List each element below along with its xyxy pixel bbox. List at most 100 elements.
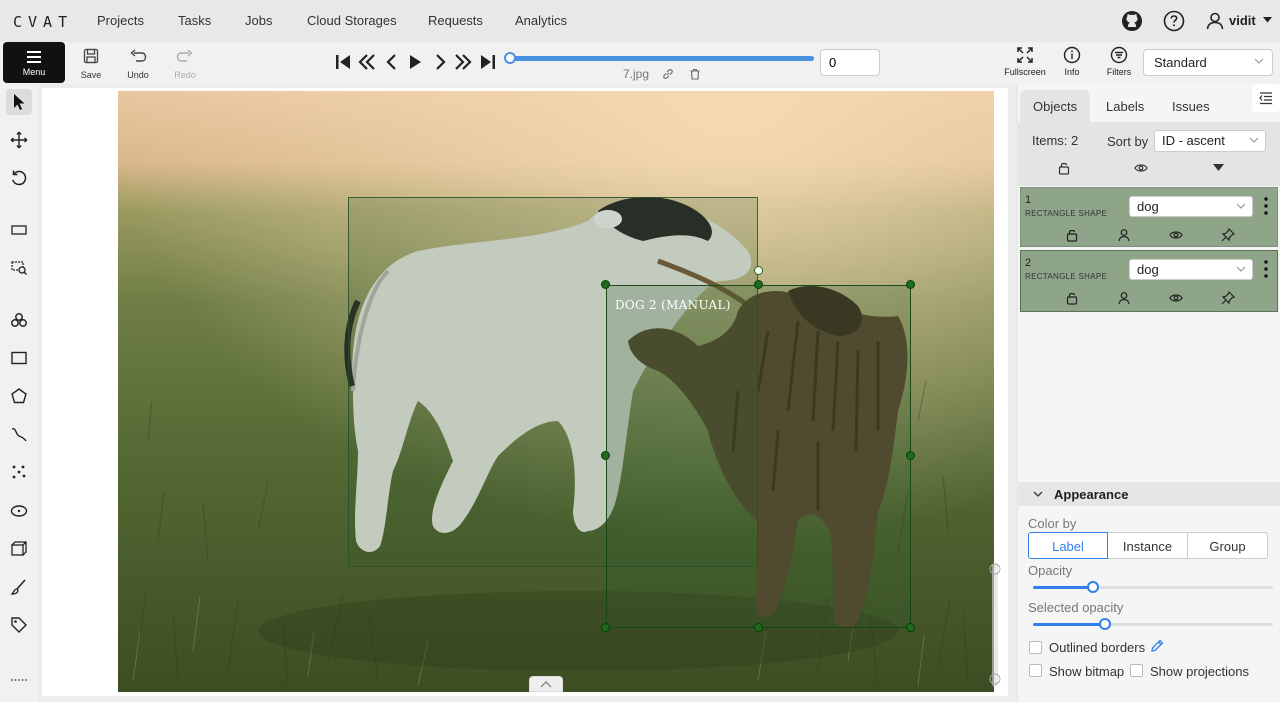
rotate-tool[interactable] <box>6 165 32 191</box>
nav-link-analytics[interactable]: Analytics <box>515 13 567 28</box>
box-rotation-handle[interactable] <box>754 266 763 275</box>
frame-number-input[interactable] <box>820 49 880 76</box>
opacity-slider[interactable] <box>1033 581 1273 593</box>
box-handle[interactable] <box>754 623 763 632</box>
draw-ellipse-tool[interactable] <box>6 498 32 524</box>
object-id: 1 <box>1025 194 1032 206</box>
filters-button[interactable]: Filters <box>1094 46 1144 80</box>
object-menu-icon[interactable] <box>1259 195 1273 217</box>
dog-2-bounding-box[interactable] <box>606 285 911 628</box>
eye-all-icon[interactable] <box>1134 161 1148 175</box>
workspace-select[interactable]: Standard <box>1143 49 1273 76</box>
box-handle[interactable] <box>906 280 915 289</box>
user-name[interactable]: vidit <box>1229 13 1256 28</box>
help-icon[interactable] <box>1163 10 1185 32</box>
undo-button[interactable]: Undo <box>118 46 158 82</box>
nav-link-jobs[interactable]: Jobs <box>245 13 272 28</box>
fast-forward-icon[interactable] <box>453 52 473 72</box>
lock-all-icon[interactable] <box>1057 161 1071 175</box>
object-label-select[interactable]: dog <box>1129 196 1253 217</box>
selected-opacity-slider[interactable] <box>1033 618 1273 630</box>
lock-icon[interactable] <box>1065 291 1079 305</box>
frame-slider-handle[interactable] <box>504 52 516 64</box>
outlined-borders-checkbox[interactable] <box>1029 641 1042 654</box>
tab-labels[interactable]: Labels <box>1093 90 1157 122</box>
box-handle[interactable] <box>906 623 915 632</box>
tab-objects[interactable]: Objects <box>1020 90 1091 122</box>
collapse-all-icon[interactable] <box>1213 164 1224 172</box>
show-projections-checkbox[interactable] <box>1130 664 1143 677</box>
nav-link-cloud-storages[interactable]: Cloud Storages <box>307 13 397 28</box>
user-icon[interactable] <box>1204 10 1226 32</box>
color-picker-icon[interactable] <box>1150 639 1164 653</box>
fullscreen-label: Fullscreen <box>1004 67 1046 77</box>
visibility-eye-icon[interactable] <box>1169 228 1183 242</box>
frame-slider-track[interactable] <box>509 56 814 61</box>
save-icon <box>83 48 99 64</box>
color-by-label-option[interactable]: Label <box>1028 532 1108 559</box>
save-button[interactable]: Save <box>71 46 111 82</box>
sort-select[interactable]: ID - ascent <box>1154 130 1266 152</box>
object-item-1[interactable]: 1 RECTANGLE SHAPE dog <box>1020 187 1278 247</box>
sidebar-collapse-button[interactable] <box>1252 84 1280 112</box>
box-handle[interactable] <box>601 623 610 632</box>
fullscreen-button[interactable]: Fullscreen <box>1000 46 1050 80</box>
copy-link-icon[interactable] <box>662 68 674 80</box>
ai-tools[interactable] <box>6 307 32 333</box>
draw-rectangle-tool[interactable] <box>6 345 32 371</box>
fast-backward-icon[interactable] <box>357 52 377 72</box>
draw-mask-tool[interactable] <box>6 574 32 600</box>
setup-tag-tool[interactable] <box>6 612 32 638</box>
tab-issues[interactable]: Issues <box>1159 90 1223 122</box>
selected-opacity-slider-knob[interactable] <box>1099 618 1111 630</box>
box-handle[interactable] <box>601 451 610 460</box>
fit-image-tool[interactable] <box>6 217 32 243</box>
box-handle[interactable] <box>601 280 610 289</box>
nav-link-projects[interactable]: Projects <box>97 13 144 28</box>
box-handle[interactable] <box>754 280 763 289</box>
canvas-vertical-scrollbar[interactable] <box>988 563 1002 687</box>
play-icon[interactable] <box>405 52 425 72</box>
color-by-group-option[interactable]: Group <box>1187 532 1268 559</box>
user-dropdown-caret-icon[interactable] <box>1263 17 1272 23</box>
object-item-2[interactable]: 2 RECTANGLE SHAPE dog <box>1020 250 1278 312</box>
next-frame-icon[interactable] <box>430 52 450 72</box>
box-handle[interactable] <box>906 451 915 460</box>
bottom-panel-toggle[interactable] <box>529 676 563 692</box>
redo-button[interactable]: Redo <box>165 46 205 82</box>
menu-button[interactable]: Menu <box>3 42 65 83</box>
delete-frame-icon[interactable] <box>689 68 701 80</box>
opacity-slider-knob[interactable] <box>1087 581 1099 593</box>
show-bitmap-checkbox[interactable] <box>1029 664 1042 677</box>
pin-icon[interactable] <box>1221 291 1235 305</box>
nav-link-tasks[interactable]: Tasks <box>178 13 211 28</box>
move-tool[interactable] <box>6 127 32 153</box>
object-menu-icon[interactable] <box>1259 258 1273 280</box>
zoom-region-tool[interactable] <box>6 255 32 281</box>
occluded-user-icon[interactable] <box>1117 228 1131 242</box>
draw-polyline-tool[interactable] <box>6 421 32 447</box>
draw-cuboid-tool[interactable] <box>6 536 32 562</box>
visibility-eye-icon[interactable] <box>1169 291 1183 305</box>
previous-frame-icon[interactable] <box>382 52 402 72</box>
lock-icon[interactable] <box>1065 228 1079 242</box>
last-frame-icon[interactable] <box>478 52 498 72</box>
color-by-instance-option[interactable]: Instance <box>1107 532 1188 559</box>
chevron-down-icon <box>1236 201 1246 211</box>
cursor-tool[interactable] <box>6 89 32 115</box>
info-button[interactable]: Info <box>1047 46 1097 80</box>
github-icon[interactable] <box>1121 10 1143 32</box>
chevron-down-icon[interactable] <box>1033 489 1043 499</box>
cvat-logo[interactable]: CVAT <box>13 13 73 31</box>
nav-link-requests[interactable]: Requests <box>428 13 483 28</box>
top-navigation: CVAT Projects Tasks Jobs Cloud Storages … <box>0 0 1280 42</box>
more-tools[interactable] <box>6 664 32 690</box>
object-label-select[interactable]: dog <box>1129 259 1253 280</box>
chevron-down-icon <box>1254 56 1264 66</box>
draw-points-tool[interactable] <box>6 459 32 485</box>
info-icon <box>1063 46 1081 64</box>
first-frame-icon[interactable] <box>333 52 353 72</box>
pin-icon[interactable] <box>1221 228 1235 242</box>
occluded-user-icon[interactable] <box>1117 291 1131 305</box>
draw-polygon-tool[interactable] <box>6 383 32 409</box>
